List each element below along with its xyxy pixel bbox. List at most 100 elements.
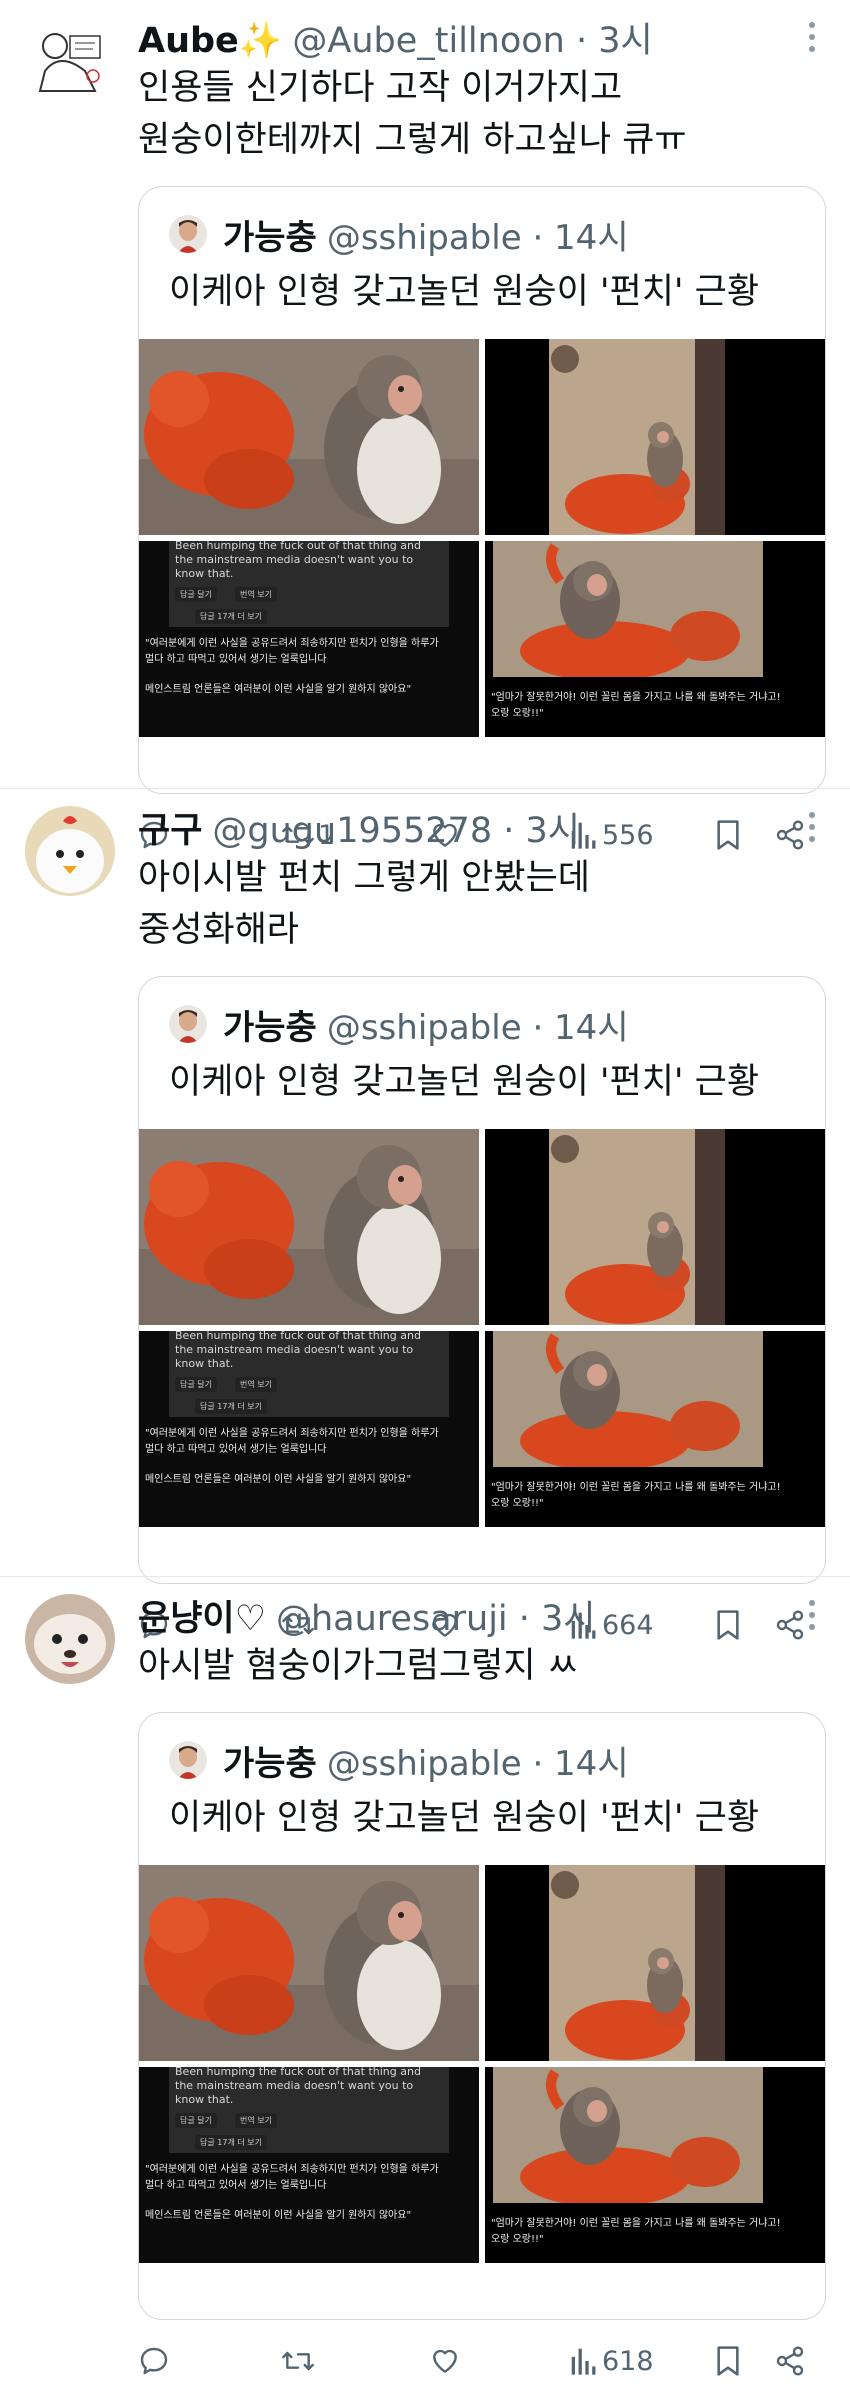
tweet-header: 구구 @gugu1955278 · 3시 (138, 802, 580, 854)
media-caption-kr-5: 오랑 오랑!!" (491, 2234, 544, 2245)
quote-text: 이케아 인형 갖고놀던 원숭이 '펀치' 근황 (169, 1798, 760, 1838)
views-button[interactable]: 618 (570, 2336, 654, 2386)
share-button[interactable] (774, 2336, 806, 2386)
media-caption-kr-3: 메인스트림 언론들은 여러분이 이런 사실을 알기 원하지 않아요" (145, 684, 412, 695)
media-caption-kr-1: "여러분에게 이런 사실을 공유드려서 죄송하지만 펀치가 인형을 하루가 (145, 2164, 439, 2175)
divider (0, 788, 850, 789)
share-icon (774, 2345, 806, 2377)
reply-button[interactable] (138, 2336, 170, 2386)
media-caption-kr-1: "여러분에게 이런 사실을 공유드려서 죄송하지만 펀치가 인형을 하루가 (145, 1428, 439, 1439)
tweet[interactable]: 구구 @gugu1955278 · 3시 아이시발 펀치 그렇게 안봤는데중성화… (0, 790, 850, 1670)
divider (0, 1576, 850, 1577)
media-caption-kr-2: 멀다 하고 따먹고 있어서 생기는 얼룩입니다 (145, 654, 327, 665)
quoted-tweet[interactable]: 가능충 @sshipable · 14시 이케아 인형 갖고놀던 원숭이 '펀치… (138, 186, 826, 794)
media-reply-label: 답글 달기 (175, 587, 217, 602)
media-caption-kr-4: "엄마가 잘못한거야! 이런 꼴린 몸을 가지고 나를 왜 돌봐주는 거냐고! (491, 1482, 781, 1493)
quote-text: 이케아 인형 갖고놀던 원숭이 '펀치' 근황 (169, 272, 760, 312)
handle-and-time[interactable]: @gugu1955278 · 3시 (212, 802, 580, 853)
media-image-4[interactable]: "엄마가 잘못한거야! 이런 꼴린 몸을 가지고 나를 왜 돌봐주는 거냐고! … (485, 541, 825, 737)
media-image-3[interactable]: Been humping the fuck out of that thing … (139, 2067, 479, 2263)
media-image-2[interactable] (485, 1865, 825, 2061)
media-caption-en-1: Been humping the fuck out of that thing … (175, 541, 421, 552)
avatar[interactable] (25, 1594, 115, 1684)
bookmark-button[interactable] (714, 2336, 742, 2386)
quote-header: 가능충 @sshipable · 14시 (169, 999, 629, 1049)
media-translate-label: 번역 보기 (235, 1377, 277, 1392)
tweet-text: 인용들 신기하다 고작 이거가지고 원숭이한테까지 그렇게 하고싶나 큐ㅠ (138, 62, 687, 166)
media-translate-label: 번역 보기 (235, 587, 277, 602)
tweet-text-line: 아이시발 펀치 그렇게 안봤는데 (138, 858, 590, 898)
media-image-4[interactable]: "엄마가 잘못한거야! 이런 꼴린 몸을 가지고 나를 왜 돌봐주는 거냐고! … (485, 1331, 825, 1527)
more-icon[interactable] (808, 1600, 816, 1636)
media-caption-kr-2: 멀다 하고 따먹고 있어서 생기는 얼룩입니다 (145, 1444, 327, 1455)
quote-display-name: 가능충 (223, 1007, 317, 1048)
media-image-4[interactable]: "엄마가 잘못한거야! 이런 꼴린 몸을 가지고 나를 왜 돌봐주는 거냐고! … (485, 2067, 825, 2263)
tweet-text: 아시발 혐숭이가그럼그렇지 ㅆ (138, 1640, 579, 1692)
media-caption-en-2: the mainstream media doesn't want you to (175, 1343, 414, 1356)
tweet-header: 운냥이♡ @hauresaruji · 3시 (138, 1590, 596, 1642)
media-image-3[interactable]: Been humping the fuck out of that thing … (139, 1331, 479, 1527)
media-image-3[interactable]: Been humping the fuck out of that thing … (139, 541, 479, 737)
quote-display-name: 가능충 (223, 1743, 317, 1784)
media-caption-en-3: know that. (175, 1357, 234, 1370)
retweet-icon (280, 2345, 316, 2377)
quote-header: 가능충 @sshipable · 14시 (169, 209, 629, 259)
more-icon[interactable] (808, 22, 816, 58)
tweet[interactable]: 운냥이♡ @hauresaruji · 3시 아시발 혐숭이가그럼그렇지 ㅆ 가… (0, 1578, 850, 2406)
media-image-1[interactable] (139, 1865, 479, 2061)
media-caption-en-1: Been humping the fuck out of that thing … (175, 1331, 421, 1342)
media-translate-label: 번역 보기 (235, 2113, 277, 2128)
avatar[interactable] (25, 806, 115, 896)
media-reply-label: 답글 달기 (175, 2113, 217, 2128)
media-caption-en-2: the mainstream media doesn't want you to (175, 2079, 414, 2092)
media-caption-en-2: the mainstream media doesn't want you to (175, 553, 414, 566)
quote-handle-and-time: @sshipable · 14시 (326, 217, 629, 258)
reply-icon (138, 2345, 170, 2377)
media-caption-kr-4: "엄마가 잘못한거야! 이런 꼴린 몸을 가지고 나를 왜 돌봐주는 거냐고! (491, 692, 781, 703)
tweet-text-line: 원숭이한테까지 그렇게 하고싶나 큐ㅠ (138, 120, 687, 160)
display-name[interactable]: Aube✨ (138, 20, 282, 61)
media-more-replies-label: 답글 17개 더 보기 (195, 2135, 267, 2150)
media-grid: Been humping the fuck out of that thing … (139, 1129, 825, 1527)
media-caption-en-3: know that. (175, 2093, 234, 2106)
retweet-button[interactable] (280, 2336, 318, 2386)
media-more-replies-label: 답글 17개 더 보기 (195, 1399, 267, 1414)
quote-text: 이케아 인형 갖고놀던 원숭이 '펀치' 근황 (169, 1062, 760, 1102)
handle-and-time[interactable]: @hauresaruji · 3시 (276, 1590, 596, 1641)
media-image-1[interactable] (139, 1129, 479, 1325)
media-caption-kr-1: "여러분에게 이런 사실을 공유드려서 죄송하지만 펀치가 인형을 하루가 (145, 638, 439, 649)
views-count: 618 (602, 2345, 654, 2377)
quote-handle-and-time: @sshipable · 14시 (326, 1007, 629, 1048)
media-image-1[interactable] (139, 339, 479, 535)
tweet-header: Aube✨ @Aube_tillnoon · 3시 (138, 12, 653, 64)
tweet-text: 아이시발 펀치 그렇게 안봤는데중성화해라 (138, 852, 590, 956)
like-button[interactable] (428, 2336, 462, 2386)
tweet[interactable]: Aube✨ @Aube_tillnoon · 3시 인용들 신기하다 고작 이거… (0, 0, 850, 880)
media-image-2[interactable] (485, 339, 825, 535)
media-caption-kr-2: 멀다 하고 따먹고 있어서 생기는 얼룩입니다 (145, 2180, 327, 2191)
media-reply-label: 답글 달기 (175, 1377, 217, 1392)
quote-header: 가능충 @sshipable · 14시 (169, 1735, 629, 1785)
media-image-2[interactable] (485, 1129, 825, 1325)
quote-avatar (169, 1005, 207, 1043)
quote-handle-and-time: @sshipable · 14시 (326, 1743, 629, 1784)
quote-display-name: 가능충 (223, 217, 317, 258)
more-icon[interactable] (808, 812, 816, 848)
quote-avatar (169, 1741, 207, 1779)
avatar[interactable] (25, 16, 115, 106)
bookmark-icon (714, 2345, 742, 2377)
handle-and-time[interactable]: @Aube_tillnoon · 3시 (292, 12, 652, 63)
quoted-tweet[interactable]: 가능충 @sshipable · 14시 이케아 인형 갖고놀던 원숭이 '펀치… (138, 976, 826, 1584)
quoted-tweet[interactable]: 가능충 @sshipable · 14시 이케아 인형 갖고놀던 원숭이 '펀치… (138, 1712, 826, 2320)
display-name[interactable]: 운냥이♡ (138, 1590, 266, 1641)
tweet-text-line: 중성화해라 (138, 910, 300, 950)
like-icon (428, 2345, 462, 2377)
media-grid: Been humping the fuck out of that thing … (139, 1865, 825, 2263)
action-bar: 618 (138, 2336, 828, 2386)
media-caption-kr-5: 오랑 오랑!!" (491, 1498, 544, 1509)
media-caption-kr-3: 메인스트림 언론들은 여러분이 이런 사실을 알기 원하지 않아요" (145, 1474, 412, 1485)
media-more-replies-label: 답글 17개 더 보기 (195, 609, 267, 624)
display-name[interactable]: 구구 (138, 802, 202, 853)
media-caption-kr-5: 오랑 오랑!!" (491, 708, 544, 719)
media-grid: Been humping the fuck out of that thing … (139, 339, 825, 737)
